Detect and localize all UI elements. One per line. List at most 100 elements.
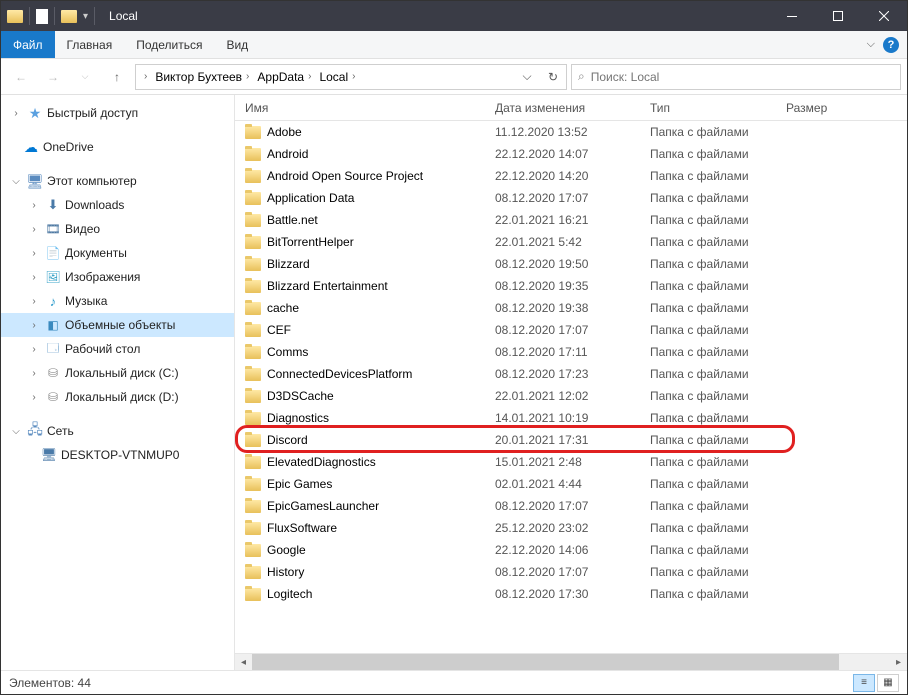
table-row[interactable]: Logitech08.12.2020 17:30Папка с файлами [235, 583, 907, 605]
table-row[interactable]: BitTorrentHelper22.01.2021 5:42Папка с ф… [235, 231, 907, 253]
table-row[interactable]: CEF08.12.2020 17:07Папка с файлами [235, 319, 907, 341]
file-type: Папка с файлами [640, 389, 776, 403]
table-row[interactable]: ConnectedDevicesPlatform08.12.2020 17:23… [235, 363, 907, 385]
col-header-modified[interactable]: Дата изменения [485, 101, 640, 115]
sidebar-item-network-pc[interactable]: 🖥DESKTOP-VTNMUP0 [1, 443, 234, 467]
sidebar-item-video[interactable]: ›🎞Видео [1, 217, 234, 241]
table-row[interactable]: Comms08.12.2020 17:11Папка с файлами [235, 341, 907, 363]
file-name: FluxSoftware [267, 521, 337, 535]
search-icon: ⌕ [578, 69, 585, 84]
file-name: CEF [267, 323, 291, 337]
qat-dropdown-icon[interactable]: ▾ [83, 11, 88, 22]
search-input[interactable] [591, 70, 894, 84]
video-icon: 🎞 [45, 221, 61, 237]
sidebar-item-quick-access[interactable]: ›★Быстрый доступ [1, 101, 234, 125]
recent-dropdown-icon[interactable]: ⌵ [71, 63, 99, 91]
forward-button[interactable]: → [39, 63, 67, 91]
document-icon: 📄 [45, 245, 61, 261]
column-headers[interactable]: Имя Дата изменения Тип Размер [235, 95, 907, 121]
navigation-pane: ›★Быстрый доступ ☁OneDrive ⌵🖥Этот компью… [1, 95, 235, 670]
folder-explorer-icon [61, 10, 77, 23]
sidebar-item-desktop[interactable]: ›🗔Рабочий стол [1, 337, 234, 361]
view-large-button[interactable]: ▦ [877, 674, 899, 692]
address-dropdown-icon[interactable]: ⌵ [514, 65, 540, 89]
view-details-button[interactable]: ≡ [853, 674, 875, 692]
sidebar-item-downloads[interactable]: ›⬇Downloads [1, 193, 234, 217]
col-header-size[interactable]: Размер [776, 101, 836, 115]
search-box[interactable]: ⌕ [571, 64, 901, 90]
file-name: Google [267, 543, 306, 557]
file-type: Папка с файлами [640, 455, 776, 469]
file-type: Папка с файлами [640, 565, 776, 579]
sidebar-item-disk-c[interactable]: ›⛁Локальный диск (C:) [1, 361, 234, 385]
scroll-thumb[interactable] [252, 654, 839, 671]
scroll-left-icon[interactable]: ◂ [235, 654, 252, 671]
tab-share[interactable]: Поделиться [124, 31, 214, 58]
file-name: Blizzard [267, 257, 310, 271]
table-row[interactable]: D3DSCache22.01.2021 12:02Папка с файлами [235, 385, 907, 407]
breadcrumb-seg: Виктор Бухтеев› [151, 65, 253, 89]
horizontal-scrollbar[interactable]: ◂ ▸ [235, 653, 907, 670]
sidebar-item-network[interactable]: ⌵🖧Сеть [1, 419, 234, 443]
table-row[interactable]: Blizzard Entertainment08.12.2020 19:35Па… [235, 275, 907, 297]
table-row[interactable]: Epic Games02.01.2021 4:44Папка с файлами [235, 473, 907, 495]
table-row[interactable]: Application Data08.12.2020 17:07Папка с … [235, 187, 907, 209]
refresh-button[interactable]: ↻ [540, 65, 566, 89]
file-name: D3DSCache [267, 389, 334, 403]
network-icon: 🖧 [27, 423, 43, 439]
table-row[interactable]: Android Open Source Project22.12.2020 14… [235, 165, 907, 187]
minimize-button[interactable] [769, 1, 815, 31]
folder-icon [245, 148, 261, 161]
close-button[interactable] [861, 1, 907, 31]
table-row[interactable]: FluxSoftware25.12.2020 23:02Папка с файл… [235, 517, 907, 539]
file-name: BitTorrentHelper [267, 235, 354, 249]
help-icon[interactable]: ? [883, 37, 899, 53]
col-header-type[interactable]: Тип [640, 101, 776, 115]
scroll-right-icon[interactable]: ▸ [890, 654, 907, 671]
file-type: Папка с файлами [640, 125, 776, 139]
table-row[interactable]: Diagnostics14.01.2021 10:19Папка с файла… [235, 407, 907, 429]
file-name: Blizzard Entertainment [267, 279, 388, 293]
sidebar-item-onedrive[interactable]: ☁OneDrive [1, 135, 234, 159]
ribbon-expand-icon[interactable]: ⌵ [867, 38, 875, 51]
tab-file[interactable]: Файл [1, 31, 55, 58]
table-row[interactable]: Android22.12.2020 14:07Папка с файлами [235, 143, 907, 165]
sidebar-item-pictures[interactable]: ›🖼Изображения [1, 265, 234, 289]
address-row: ← → ⌵ ↑ › Виктор Бухтеев› AppData› Local… [1, 59, 907, 95]
sidebar-item-music[interactable]: ›♪Музыка [1, 289, 234, 313]
table-row[interactable]: Battle.net22.01.2021 16:21Папка с файлам… [235, 209, 907, 231]
table-row[interactable]: cache08.12.2020 19:38Папка с файлами [235, 297, 907, 319]
folder-icon [245, 544, 261, 557]
table-row[interactable]: ElevatedDiagnostics15.01.2021 2:48Папка … [235, 451, 907, 473]
file-modified: 22.12.2020 14:07 [485, 147, 640, 161]
col-header-name[interactable]: Имя [235, 101, 485, 115]
table-row[interactable]: Google22.12.2020 14:06Папка с файлами [235, 539, 907, 561]
sidebar-item-this-pc[interactable]: ⌵🖥Этот компьютер [1, 169, 234, 193]
file-list[interactable]: Adobe11.12.2020 13:52Папка с файламиAndr… [235, 121, 907, 653]
tab-home[interactable]: Главная [55, 31, 125, 58]
file-name: History [267, 565, 304, 579]
title-bar: ▾ Local [1, 1, 907, 31]
up-button[interactable]: ↑ [103, 63, 131, 91]
file-name: ConnectedDevicesPlatform [267, 367, 412, 381]
folder-icon [245, 500, 261, 513]
sidebar-item-3d-objects[interactable]: ›◧Объемные объекты [1, 313, 234, 337]
table-row[interactable]: Adobe11.12.2020 13:52Папка с файлами [235, 121, 907, 143]
file-modified: 22.12.2020 14:20 [485, 169, 640, 183]
folder-icon [245, 346, 261, 359]
tab-view[interactable]: Вид [214, 31, 260, 58]
file-modified: 08.12.2020 17:30 [485, 587, 640, 601]
table-row[interactable]: Discord20.01.2021 17:31Папка с файлами [235, 429, 907, 451]
maximize-button[interactable] [815, 1, 861, 31]
folder-icon [245, 456, 261, 469]
back-button[interactable]: ← [7, 63, 35, 91]
sidebar-item-documents[interactable]: ›📄Документы [1, 241, 234, 265]
table-row[interactable]: History08.12.2020 17:07Папка с файлами [235, 561, 907, 583]
disk-icon: ⛁ [45, 365, 61, 381]
table-row[interactable]: Blizzard08.12.2020 19:50Папка с файлами [235, 253, 907, 275]
file-type: Папка с файлами [640, 169, 776, 183]
file-type: Папка с файлами [640, 521, 776, 535]
sidebar-item-disk-d[interactable]: ›⛁Локальный диск (D:) [1, 385, 234, 409]
table-row[interactable]: EpicGamesLauncher08.12.2020 17:07Папка с… [235, 495, 907, 517]
address-bar[interactable]: › Виктор Бухтеев› AppData› Local› ⌵ ↻ [135, 64, 567, 90]
